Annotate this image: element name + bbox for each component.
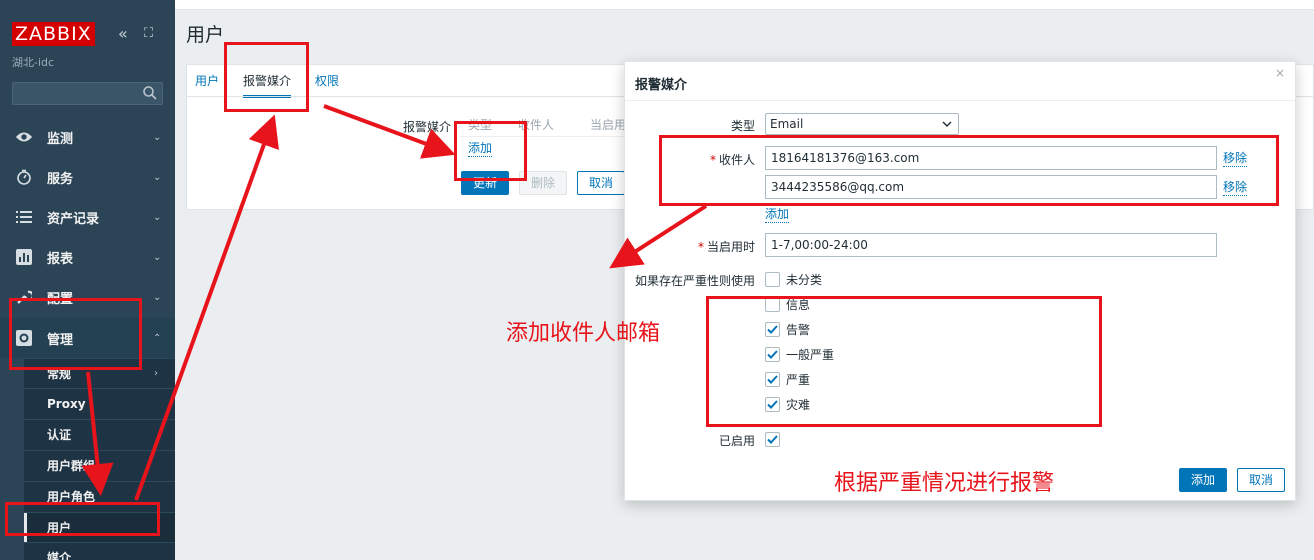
annotation-box-media-tab — [224, 42, 309, 112]
severity-label: 如果存在严重性则使用 — [634, 274, 755, 288]
dialog-cancel-button[interactable]: 取消 — [1237, 468, 1285, 492]
chevron-right-icon: › — [154, 368, 158, 379]
chevron-up-icon: ⌃ — [153, 332, 162, 344]
annotation-severity-note: 根据严重情况进行报警 — [834, 471, 1055, 496]
annotation-recipient-note: 添加收件人邮箱 — [506, 321, 661, 346]
zabbix-logo[interactable]: ZABBIX — [12, 22, 95, 46]
list-icon — [15, 208, 33, 226]
submenu-item-user-groups[interactable]: 用户群组 — [24, 450, 175, 480]
severity-not-classified[interactable]: 未分类 — [765, 270, 822, 288]
menu-item-label: 报表 — [47, 251, 74, 267]
menu-item-label: 资产记录 — [47, 211, 100, 227]
tab-user[interactable]: 用户 — [195, 72, 219, 98]
chevron-down-icon: ⌄ — [153, 211, 162, 223]
chevron-down-icon: ⌄ — [153, 131, 162, 143]
submenu-item-proxy[interactable]: Proxy — [24, 388, 175, 418]
chevron-down-icon: ⌄ — [153, 251, 162, 263]
chevron-down-icon: ⌄ — [153, 171, 162, 183]
check-icon — [767, 434, 778, 444]
submenu-item-authentication[interactable]: 认证 — [24, 419, 175, 449]
type-select-value: Email — [770, 117, 804, 131]
search-icon[interactable] — [142, 85, 158, 101]
annotation-box-severities — [706, 296, 1102, 427]
add-recipient-link[interactable]: 添加 — [765, 207, 790, 223]
logo-row: ZABBIX — [12, 22, 95, 46]
chevron-down-icon — [942, 121, 952, 127]
tab-permissions[interactable]: 权限 — [315, 72, 339, 98]
menu-item-inventory[interactable]: 资产记录 ⌄ — [0, 197, 175, 237]
media-field-label: 报警媒介 — [403, 120, 452, 134]
menu-item-monitoring[interactable]: 监测 ⌄ — [0, 117, 175, 157]
sidebar: ZABBIX « ⛶ 湖北-idc 监测 ⌄ 服务 ⌄ 资产记录 ⌄ 报表 ⌄ … — [0, 0, 175, 560]
menu-item-services[interactable]: 服务 ⌄ — [0, 157, 175, 197]
cancel-button[interactable]: 取消 — [577, 171, 625, 195]
checkbox-label: 未分类 — [786, 272, 823, 287]
annotation-box-recipients — [659, 135, 1279, 206]
submenu-item-label: 媒介 — [47, 551, 72, 560]
enabled-toggle[interactable] — [765, 430, 780, 448]
type-label: 类型 — [730, 119, 755, 133]
submenu-item-label: Proxy — [47, 396, 86, 411]
dialog-divider — [625, 100, 1295, 101]
dialog-add-button[interactable]: 添加 — [1179, 468, 1227, 492]
when-active-label: * 当启用时 — [645, 238, 755, 255]
chevron-down-icon: ⌄ — [153, 291, 162, 303]
checkbox[interactable] — [765, 271, 780, 287]
submenu-item-label: 用户群组 — [47, 459, 96, 473]
media-dialog: 报警媒介 × 类型 Email * 收件人 18164181376@163.com… — [624, 61, 1296, 501]
clock-icon — [15, 168, 33, 186]
server-name: 湖北-idc — [12, 56, 55, 69]
required-marker: * — [697, 240, 704, 254]
close-icon[interactable]: × — [1275, 66, 1285, 80]
collapse-sidebar-icon[interactable]: « — [118, 24, 128, 44]
kiosk-mode-icon[interactable]: ⛶ — [144, 24, 153, 44]
bar-chart-icon — [15, 248, 33, 266]
annotation-box-administration — [9, 298, 142, 370]
when-active-input[interactable]: 1-7,00:00-24:00 — [765, 233, 1217, 257]
dialog-title: 报警媒介 — [635, 78, 688, 93]
enabled-label: 已启用 — [718, 434, 755, 448]
top-bar — [175, 0, 1314, 10]
eye-icon — [15, 128, 33, 146]
annotation-box-add-link — [454, 121, 527, 181]
menu-item-label: 监测 — [47, 131, 74, 147]
submenu-item-label: 认证 — [47, 428, 72, 442]
when-active-label-text: 当启用时 — [706, 240, 755, 254]
menu-item-label: 服务 — [47, 171, 74, 187]
annotation-box-users — [5, 502, 160, 536]
enabled-checkbox[interactable] — [765, 431, 780, 447]
page-title: 用户 — [186, 24, 225, 46]
type-select[interactable]: Email — [765, 113, 959, 135]
submenu-item-media-types[interactable]: 媒介 — [24, 542, 175, 560]
menu-item-reports[interactable]: 报表 ⌄ — [0, 237, 175, 277]
sidebar-search-input[interactable] — [12, 82, 163, 105]
